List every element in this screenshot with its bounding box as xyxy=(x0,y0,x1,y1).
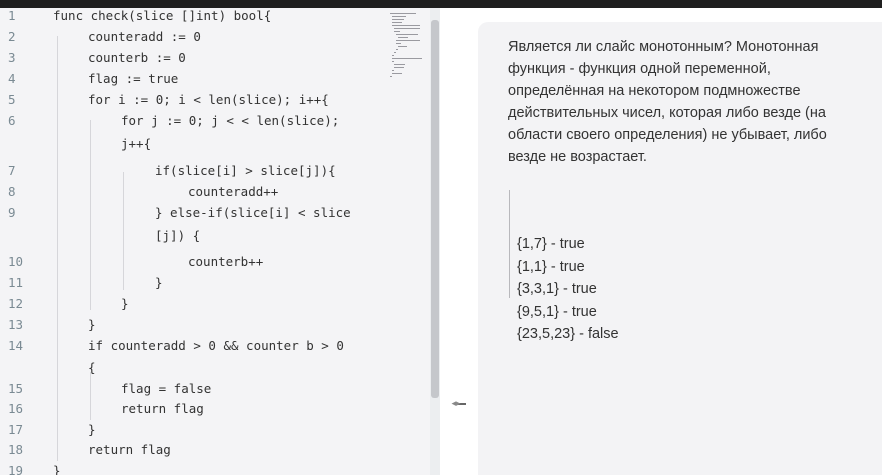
indent-guide xyxy=(90,372,91,420)
code-minimap[interactable] xyxy=(386,8,432,103)
example-item: {23,5,23} - false xyxy=(517,326,619,342)
examples-list: {1,7} - true {1,1} - true {3,3,1} - true… xyxy=(517,233,619,346)
indent-guide xyxy=(123,172,124,290)
example-item: {3,3,1} - true xyxy=(517,281,597,297)
pane-splitter[interactable]: ◂▸ xyxy=(440,8,478,475)
example-item: {9,5,1} - true xyxy=(517,303,597,320)
code-area[interactable]: 1 func check(slice []int) bool{ 2 countera… xyxy=(0,8,430,475)
top-bar xyxy=(0,0,882,8)
task-panel: Является ли слайс монотонным? Монотонная… xyxy=(478,22,882,475)
scrollbar-thumb[interactable] xyxy=(431,20,439,398)
indent-guide xyxy=(90,120,91,310)
quote-bar xyxy=(509,190,510,298)
editor-scrollbar[interactable] xyxy=(430,8,440,475)
resize-horizontal-icon[interactable]: ◂▸ xyxy=(448,397,464,411)
example-item: {1,1} - true xyxy=(517,258,585,275)
code-editor[interactable]: 1 func check(slice []int) bool{ 2 countera… xyxy=(0,8,440,475)
indent-guide xyxy=(57,36,58,461)
example-item: {1,7} - true xyxy=(517,236,585,252)
task-description: Является ли слайс монотонным? Монотонная… xyxy=(508,39,827,165)
